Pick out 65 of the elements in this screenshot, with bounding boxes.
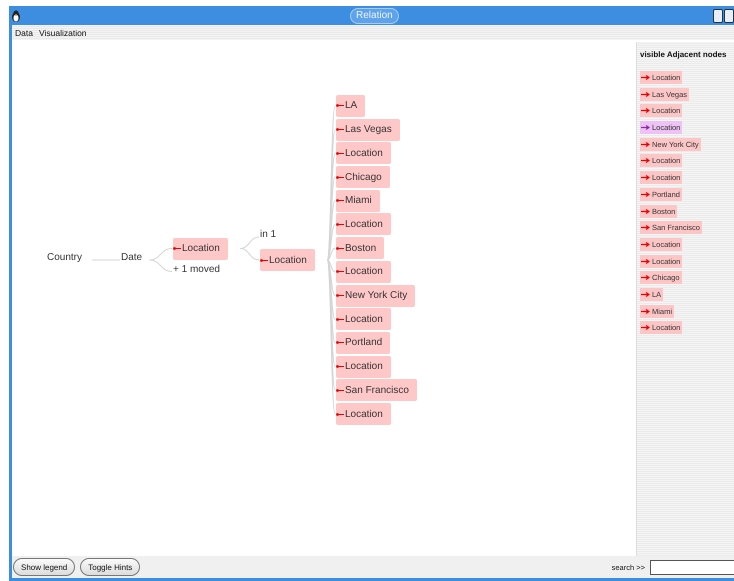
arrow-icon	[336, 316, 344, 322]
connector-line	[240, 248, 260, 260]
graph-node[interactable]: Location	[336, 260, 391, 283]
maximize-button[interactable]	[724, 8, 734, 22]
node-label: + 1 moved	[173, 264, 220, 274]
arrow-icon	[641, 92, 650, 97]
panel-title: visible Adjacent nodes	[640, 50, 728, 59]
arrow-icon	[641, 325, 650, 330]
arrow-icon	[336, 127, 344, 132]
arrow-icon	[336, 364, 344, 370]
window-title: Relation	[350, 8, 399, 24]
graph-node[interactable]: Chicago	[336, 166, 390, 188]
arrow-icon	[336, 388, 344, 393]
menu-item[interactable]: Visualization	[38, 28, 87, 38]
arrow-icon	[336, 340, 344, 346]
arrow-icon	[641, 292, 650, 297]
menu-item[interactable]: Data	[15, 28, 33, 38]
arrow-icon	[336, 198, 344, 204]
arrow-icon	[336, 150, 344, 156]
arrow-icon	[641, 158, 650, 164]
arrow-icon	[641, 225, 650, 230]
arrow-icon	[336, 174, 344, 180]
arrow-icon	[641, 108, 650, 114]
arrow-icon	[641, 258, 650, 264]
connector-line	[240, 236, 260, 249]
arrow-icon	[641, 192, 650, 197]
graph-node[interactable]: Location	[336, 213, 391, 236]
graph-node[interactable]: Miami	[336, 190, 380, 212]
graph-node[interactable]: Las Vegas	[336, 118, 400, 141]
graph-node[interactable]: LA	[336, 94, 366, 117]
search-field[interactable]	[650, 560, 734, 574]
arrow-icon	[641, 242, 650, 247]
arrow-icon	[336, 246, 344, 251]
toolbar-button[interactable]: Toggle Hints	[80, 558, 140, 576]
penguin-icon	[11, 10, 21, 22]
graph-node[interactable]: Location	[336, 142, 391, 164]
arrow-icon	[641, 75, 650, 80]
arrow-icon	[336, 103, 344, 108]
arrow-icon	[336, 412, 344, 417]
node-label: Country	[47, 252, 82, 263]
arrow-icon	[641, 275, 650, 280]
connector-line	[148, 260, 172, 272]
graph-node[interactable]: Location	[336, 308, 391, 330]
arrow-icon	[336, 222, 344, 227]
arrow-icon	[641, 142, 650, 147]
graph-node[interactable]: Location	[260, 249, 315, 271]
arrow-icon	[260, 258, 268, 262]
arrow-icon	[173, 246, 181, 251]
minimize-button[interactable]	[713, 8, 723, 22]
arrow-icon	[641, 208, 650, 214]
toolbar-button[interactable]: Show legend	[13, 558, 76, 576]
graph-node[interactable]: Portland	[336, 332, 390, 354]
arrow-icon	[641, 175, 650, 180]
arrow-icon	[336, 293, 344, 298]
arrow-icon	[336, 269, 344, 274]
graph-node[interactable]: Location	[336, 356, 391, 378]
graph-node[interactable]: Location	[336, 403, 391, 426]
graph-node[interactable]: Location	[173, 238, 228, 260]
graph-node[interactable]: San Francisco	[336, 379, 417, 402]
arrow-icon	[641, 308, 650, 314]
graph-node[interactable]: New York City	[336, 284, 416, 307]
graph-node[interactable]: Boston	[336, 237, 384, 260]
arrow-icon	[641, 125, 650, 130]
node-label: Date	[121, 252, 142, 263]
node-label: in 1	[260, 229, 276, 240]
